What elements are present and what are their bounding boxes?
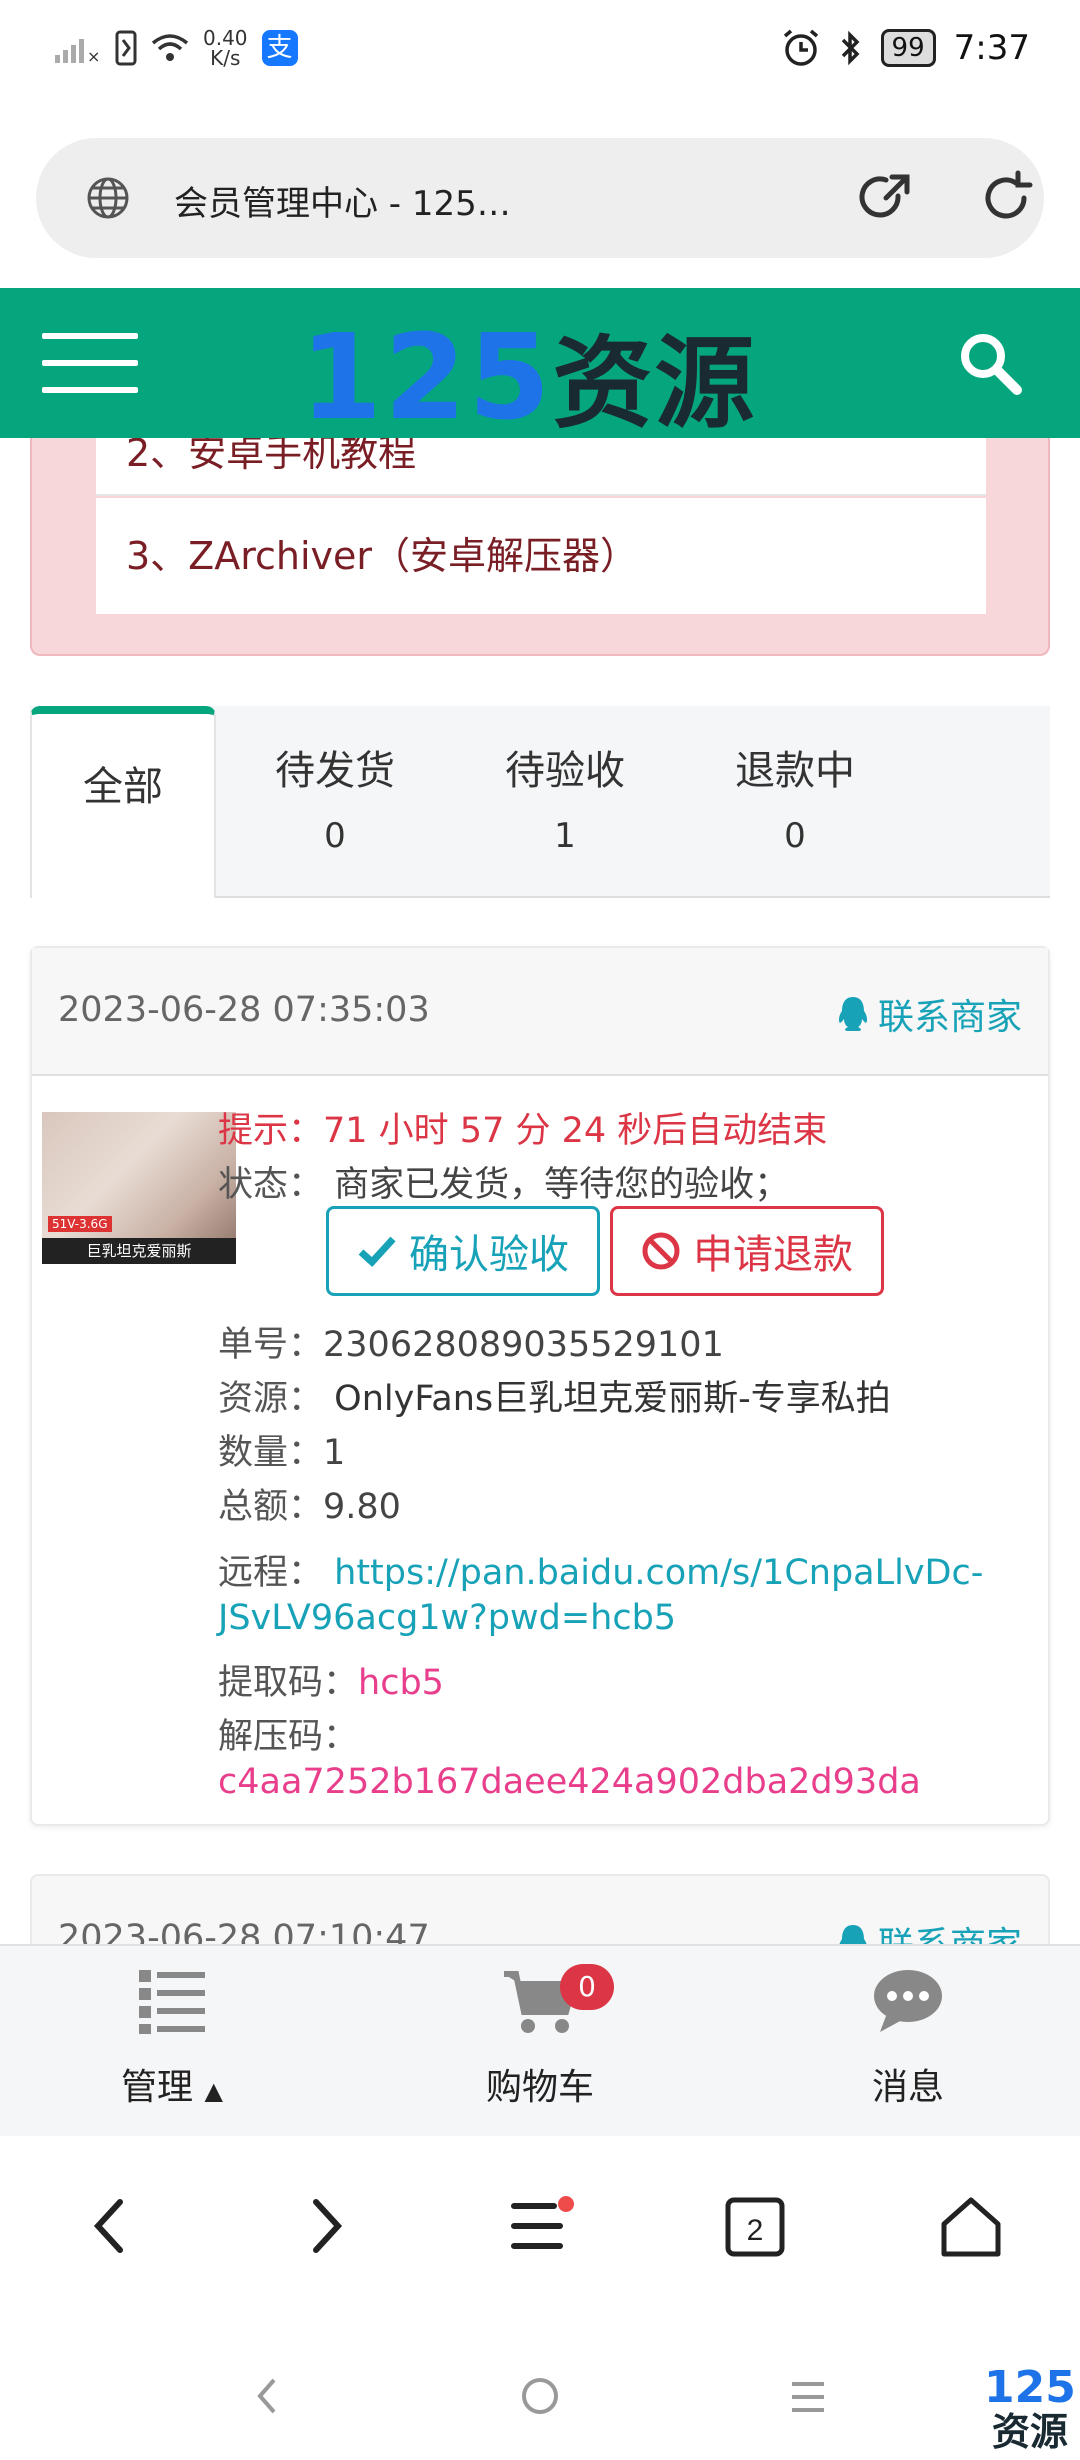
request-refund-button[interactable]: 申请退款 xyxy=(610,1206,884,1296)
order-card-header: 2023-06-28 07:35:03 联系商家 xyxy=(32,948,1048,1076)
caret-up-icon: ▲ xyxy=(204,2077,223,2105)
system-recents-icon[interactable] xyxy=(790,2380,826,2414)
ban-icon xyxy=(642,1232,680,1270)
page-title[interactable]: 会员管理中心 - 125… xyxy=(174,176,511,225)
check-icon xyxy=(358,1236,396,1267)
signal-icon: × xyxy=(55,39,100,63)
remote-link-continued[interactable]: JSvLV96acg1w?pwd=hcb5 xyxy=(218,1598,676,1638)
alert-item[interactable]: 3、ZArchiver（安卓解压器） xyxy=(96,498,986,614)
address-bar[interactable]: 会员管理中心 - 125… xyxy=(36,138,1044,258)
extract-code[interactable]: hcb5 xyxy=(358,1663,444,1703)
alert-box: 2、安卓手机教程 3、ZArchiver（安卓解压器） xyxy=(30,428,1050,656)
clock: 7:37 xyxy=(953,28,1030,68)
battery-indicator: 99 xyxy=(880,29,936,67)
sim-icon xyxy=(115,30,137,66)
watermark-logo: 125 资源 xyxy=(984,2362,1076,2455)
status-bar: × 0.40 K/s 支 99 7:37 xyxy=(0,0,1080,110)
order-tabs: 全部 待发货 0 待验收 1 退款中 0 xyxy=(30,706,1050,898)
remote-link-row: 远程： https://pan.baidu.com/s/1CnpaLlvDc- xyxy=(218,1553,984,1593)
nav-messages[interactable]: 消息 xyxy=(778,1966,1038,2110)
remote-link[interactable]: https://pan.baidu.com/s/1CnpaLlvDc- xyxy=(334,1553,983,1593)
alipay-icon: 支 xyxy=(261,30,298,66)
home-icon[interactable] xyxy=(938,2196,1004,2260)
extract-code-row: 提取码：hcb5 xyxy=(218,1663,444,1703)
bluetooth-icon xyxy=(841,30,860,66)
order-card: 2023-06-28 07:35:03 联系商家 51V-3.6G 巨乳坦克爱丽… xyxy=(30,946,1050,1826)
order-number: 单号：230628089035529101 xyxy=(218,1325,724,1365)
reload-icon[interactable] xyxy=(976,168,1036,228)
resource-name: 资源： OnlyFans巨乳坦克爱丽斯-专享私拍 xyxy=(218,1379,891,1419)
tab-pending-acceptance[interactable]: 待验收 1 xyxy=(460,706,670,896)
system-back-icon[interactable] xyxy=(252,2376,282,2416)
site-logo[interactable]: 125资源 xyxy=(300,302,756,447)
product-thumbnail[interactable]: 51V-3.6G 巨乳坦克爱丽斯 xyxy=(42,1112,236,1264)
order-card: 2023-06-28 07:10:47 联系商家 xyxy=(30,1874,1050,1954)
globe-icon xyxy=(87,177,129,219)
cart-count-badge: 0 xyxy=(560,1964,614,2010)
order-datetime: 2023-06-28 07:35:03 xyxy=(58,990,430,1030)
confirm-acceptance-button[interactable]: 确认验收 xyxy=(326,1206,600,1296)
list-icon xyxy=(139,1970,205,2034)
order-status: 状态： 商家已发货，等待您的验收； xyxy=(218,1165,790,1205)
forward-icon[interactable] xyxy=(302,2196,352,2256)
back-icon[interactable] xyxy=(84,2196,134,2256)
browser-toolbar: 2 xyxy=(0,2136,1080,2326)
tab-pending-shipment[interactable]: 待发货 0 xyxy=(230,706,440,896)
nav-cart[interactable]: 0 购物车 xyxy=(410,1964,670,2110)
share-icon[interactable] xyxy=(856,168,916,228)
total-amount: 总额：9.80 xyxy=(218,1487,401,1527)
system-nav-bar: 125 资源 xyxy=(0,2326,1080,2460)
nav-manage[interactable]: 管理 ▲ xyxy=(42,1966,302,2110)
site-bottom-nav: 管理 ▲ 0 购物车 消息 xyxy=(0,1944,1080,2136)
menu-icon[interactable] xyxy=(42,333,138,393)
wifi-icon xyxy=(151,34,189,61)
browser-menu-icon[interactable] xyxy=(510,2196,580,2256)
svg-text:2: 2 xyxy=(747,2214,764,2247)
qq-icon xyxy=(838,997,868,1031)
contact-merchant-link[interactable]: 联系商家 xyxy=(836,988,1022,1040)
alarm-icon xyxy=(783,29,818,66)
tabs-icon[interactable]: 2 xyxy=(724,2196,788,2260)
auto-close-notice: 提示：71 小时 57 分 24 秒后自动结束 xyxy=(218,1111,828,1151)
system-home-icon[interactable] xyxy=(520,2376,560,2416)
network-speed: 0.40 K/s xyxy=(203,26,248,70)
unzip-code-label: 解压码： xyxy=(218,1717,359,1757)
unzip-code[interactable]: c4aa7252b167daee424a902dba2d93da xyxy=(218,1762,921,1802)
svg-text:×: × xyxy=(87,47,100,63)
tab-refunding[interactable]: 退款中 0 xyxy=(690,706,900,896)
site-header: 125资源 xyxy=(0,288,1080,446)
search-icon[interactable] xyxy=(955,328,1025,398)
tab-all[interactable]: 全部 xyxy=(30,706,216,898)
chat-icon xyxy=(874,1970,942,2032)
quantity: 数量：1 xyxy=(218,1433,346,1473)
